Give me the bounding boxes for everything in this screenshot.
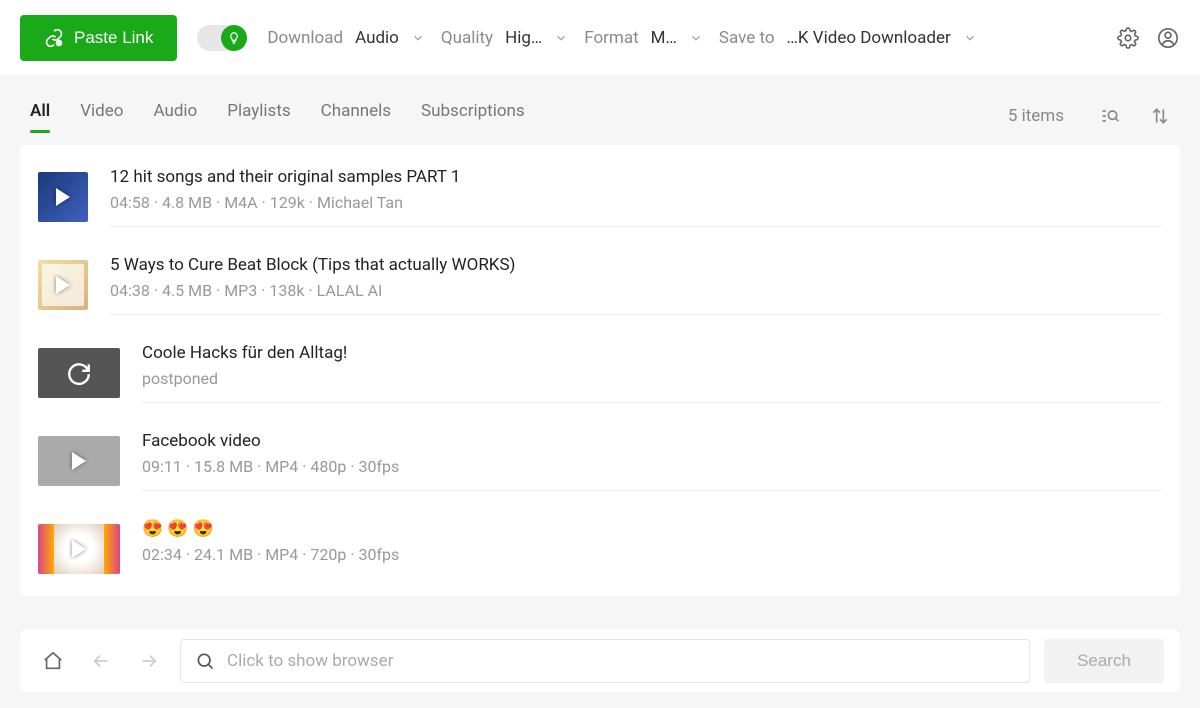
thumbnail-retry[interactable]: [38, 348, 120, 398]
browser-bar: Click to show browser Search: [20, 630, 1180, 692]
list-item[interactable]: 😍 😍 😍 02:3424.1 MBMP4720p30fps: [20, 505, 1180, 592]
forward-button[interactable]: [132, 644, 166, 678]
item-title: 12 hit songs and their original samples …: [110, 167, 1162, 187]
lightbulb-icon: [227, 31, 241, 45]
search-button[interactable]: Search: [1044, 639, 1164, 683]
search-icon: [195, 651, 215, 671]
download-label: Download: [267, 28, 343, 48]
tab-playlists[interactable]: Playlists: [227, 101, 290, 131]
item-title: Facebook video: [142, 431, 1162, 451]
item-title: 5 Ways to Cure Beat Block (Tips that act…: [110, 255, 1162, 275]
quality-selector[interactable]: Quality Hig…: [441, 28, 568, 48]
tab-audio[interactable]: Audio: [153, 101, 197, 131]
items-count: 5 items: [1008, 106, 1064, 126]
thumbnail: [38, 524, 120, 574]
browser-address-input[interactable]: Click to show browser: [180, 639, 1030, 683]
arrow-left-icon: [90, 650, 112, 672]
chevron-down-icon: [963, 31, 977, 45]
item-meta: 04:584.8 MBM4A129kMichael Tan: [110, 193, 1162, 212]
quality-label: Quality: [441, 28, 493, 48]
list-item[interactable]: Coole Hacks für den Alltag! postponed: [20, 329, 1180, 417]
save-label: Save to: [719, 28, 775, 48]
browser-placeholder: Click to show browser: [227, 651, 393, 671]
tab-all[interactable]: All: [30, 101, 50, 131]
download-type-selector[interactable]: Download Audio: [267, 28, 424, 48]
link-icon: [44, 28, 64, 48]
item-status: postponed: [142, 369, 1162, 388]
list-item[interactable]: 5 Ways to Cure Beat Block (Tips that act…: [20, 241, 1180, 329]
quality-value: Hig…: [505, 28, 542, 48]
settings-button[interactable]: [1116, 26, 1140, 50]
filter-tabs: All Video Audio Playlists Channels Subsc…: [0, 75, 1200, 145]
play-icon: [56, 276, 70, 294]
chevron-down-icon: [554, 31, 568, 45]
play-icon: [56, 188, 70, 206]
chevron-down-icon: [689, 31, 703, 45]
list-item[interactable]: Facebook video 09:1115.8 MBMP4480p30fps: [20, 417, 1180, 505]
format-value: M…: [651, 28, 677, 48]
item-meta: 09:1115.8 MBMP4480p30fps: [142, 457, 1162, 476]
home-icon: [42, 650, 64, 672]
user-icon: [1157, 27, 1179, 49]
smart-mode-toggle[interactable]: [197, 25, 247, 51]
save-location-selector[interactable]: Save to …K Video Downloader: [719, 28, 977, 48]
download-value: Audio: [355, 28, 399, 48]
format-selector[interactable]: Format M…: [584, 28, 703, 48]
downloads-list: 12 hit songs and their original samples …: [20, 145, 1180, 596]
thumbnail: [38, 172, 88, 222]
gear-icon: [1117, 27, 1139, 49]
play-icon: [72, 540, 86, 558]
tab-video[interactable]: Video: [80, 101, 123, 131]
account-button[interactable]: [1156, 26, 1180, 50]
save-value: …K Video Downloader: [787, 28, 951, 48]
format-label: Format: [584, 28, 638, 48]
item-meta: 04:384.5 MBMP3138kLALAL AI: [110, 281, 1162, 300]
tab-subscriptions[interactable]: Subscriptions: [421, 101, 525, 131]
tab-channels[interactable]: Channels: [321, 101, 391, 131]
item-title: Coole Hacks für den Alltag!: [142, 343, 1162, 363]
home-button[interactable]: [36, 644, 70, 678]
back-button[interactable]: [84, 644, 118, 678]
thumbnail: [38, 436, 120, 486]
item-title: 😍 😍 😍: [142, 519, 1162, 539]
paste-link-label: Paste Link: [74, 28, 153, 48]
list-item[interactable]: 12 hit songs and their original samples …: [20, 149, 1180, 241]
item-meta: 02:3424.1 MBMP4720p30fps: [142, 545, 1162, 564]
list-search-icon[interactable]: [1100, 106, 1120, 126]
thumbnail: [38, 260, 88, 310]
retry-icon: [66, 360, 92, 386]
sort-icon[interactable]: [1150, 106, 1170, 126]
paste-link-button[interactable]: Paste Link: [20, 15, 177, 61]
chevron-down-icon: [411, 31, 425, 45]
play-icon: [72, 452, 86, 470]
top-toolbar: Paste Link Download Audio Quality Hig… F…: [0, 0, 1200, 75]
arrow-right-icon: [138, 650, 160, 672]
